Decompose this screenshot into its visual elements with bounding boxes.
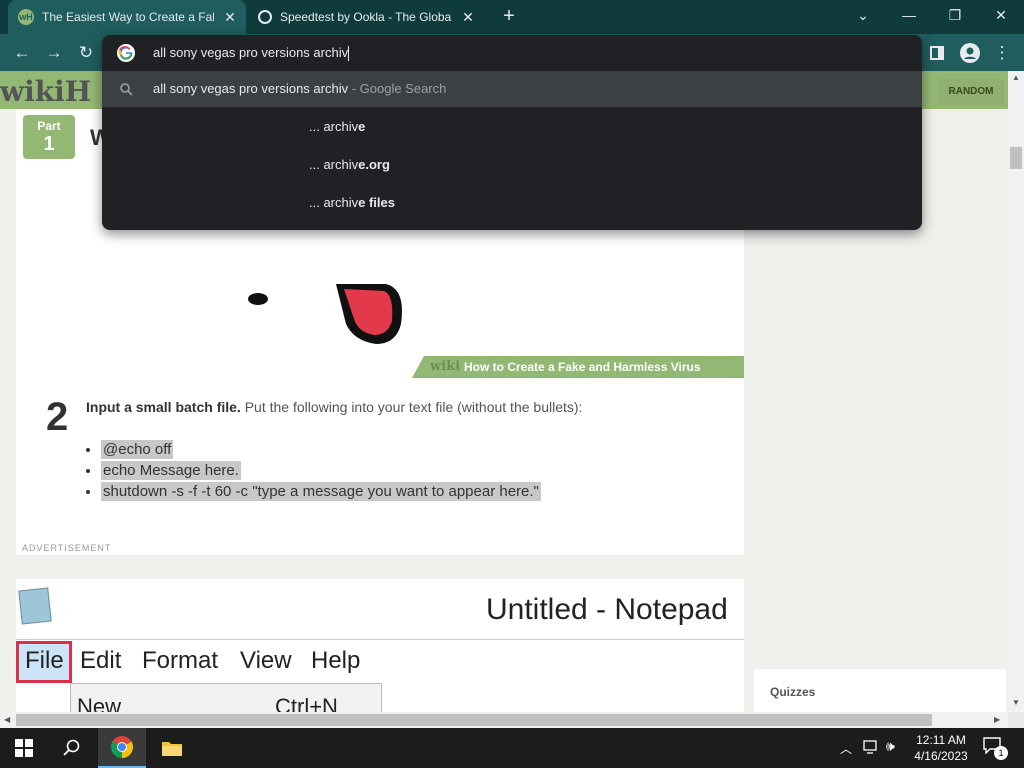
tab-search-icon[interactable]: ⌄: [840, 0, 886, 32]
scroll-thumb[interactable]: [1010, 147, 1022, 169]
suggestion-item[interactable]: ... archive: [309, 116, 365, 138]
notepad-menu-format: Format: [142, 647, 219, 674]
tab-title: The Easiest Way to Create a Fake: [42, 10, 214, 24]
step-bold: Input a small batch file.: [86, 399, 241, 415]
tab-title: Speedtest by Ookla - The Global: [280, 10, 452, 24]
code-line: shutdown -s -f -t 60 -c "type a message …: [101, 482, 541, 501]
suggestion-google-search[interactable]: all sony vegas pro versions archiv - Goo…: [102, 71, 922, 107]
google-icon: [117, 44, 135, 62]
advertisement-label: ADVERTISEMENT: [22, 543, 112, 553]
search-taskbar-button[interactable]: [48, 728, 96, 768]
omnibox-input[interactable]: all sony vegas pro versions archiv: [153, 45, 350, 62]
suggestion-completion: e files: [358, 195, 395, 210]
suggestion-prefix: ... archiv: [309, 195, 359, 210]
code-line: echo Message here.: [101, 461, 241, 480]
tab-speedtest[interactable]: Speedtest by Ookla - The Global ✕: [248, 0, 488, 34]
clock[interactable]: 12:11 AM 4/16/2023: [908, 732, 974, 764]
scroll-right-icon[interactable]: ▶: [994, 715, 1000, 724]
notepad-screenshot-image: Untitled - Notepad File Edit Format View…: [16, 579, 744, 712]
close-tab-icon[interactable]: ✕: [222, 9, 238, 26]
clock-time: 12:11 AM: [916, 733, 966, 747]
suggestion-completion: e.org: [358, 157, 390, 172]
file-explorer-button[interactable]: [148, 728, 196, 768]
watermark-wiki: wiki: [430, 359, 461, 374]
minimize-button[interactable]: —: [886, 0, 932, 32]
wikihow-logo[interactable]: wikiH: [0, 75, 91, 108]
omnibox-query: all sony vegas pro versions archiv: [153, 45, 349, 60]
new-tab-button[interactable]: +: [498, 6, 520, 28]
notepad-icon: [18, 587, 52, 625]
part-number: 1: [43, 133, 55, 155]
notepad-dropdown: New Ctrl+N: [70, 683, 382, 712]
menu-icon[interactable]: ⋮: [989, 40, 1015, 66]
tab-wikihow[interactable]: wH The Easiest Way to Create a Fake ✕: [8, 0, 246, 34]
windows-logo-icon: [15, 739, 33, 757]
divider: [16, 639, 744, 640]
scroll-down-icon[interactable]: ▼: [1012, 698, 1020, 707]
code-list: @echo off echo Message here. shutdown -s…: [90, 440, 541, 501]
step-body: Put the following into your text file (w…: [240, 399, 583, 415]
wikihow-favicon-icon: wH: [18, 9, 34, 25]
notification-badge: 1: [994, 746, 1008, 760]
notepad-menu-file: File: [25, 647, 64, 674]
search-icon: [63, 739, 80, 756]
scroll-left-icon[interactable]: ◀: [4, 715, 10, 724]
tray-chevron-icon[interactable]: ︿: [840, 740, 852, 757]
omnibox-dropdown: all sony vegas pro versions archiv all s…: [102, 35, 922, 230]
close-tab-icon[interactable]: ✕: [460, 9, 476, 26]
text-cursor: [348, 46, 350, 62]
random-button[interactable]: RANDOM: [938, 79, 1004, 105]
vertical-scrollbar[interactable]: ▲ ▼: [1008, 71, 1024, 712]
suggestion-prefix: ... archiv: [309, 119, 359, 134]
notepad-menu-view: View: [240, 647, 292, 674]
suggestion-completion: e: [358, 119, 366, 134]
profile-icon[interactable]: [957, 40, 983, 66]
chrome-icon: [111, 736, 133, 758]
omnibox-input-row[interactable]: all sony vegas pro versions archiv: [102, 35, 922, 71]
volume-icon[interactable]: 🕪: [886, 738, 895, 755]
speedtest-favicon-icon: [258, 10, 272, 24]
start-button[interactable]: [0, 728, 48, 768]
close-window-button[interactable]: ✕: [978, 0, 1024, 32]
side-panel-icon[interactable]: [924, 40, 950, 66]
reload-icon[interactable]: ↻: [73, 40, 99, 66]
notepad-menu-edit: Edit: [80, 647, 122, 674]
search-query: all sony vegas pro versions archiv: [153, 81, 349, 96]
notepad-item-new: New: [77, 694, 122, 712]
step-number: 2: [46, 395, 69, 439]
notification-center-icon[interactable]: 1: [982, 736, 1008, 760]
notepad-item-shortcut: Ctrl+N: [275, 694, 338, 712]
clock-date: 4/16/2023: [914, 749, 968, 763]
code-line: @echo off: [101, 440, 174, 459]
suggestion-text: all sony vegas pro versions archiv - Goo…: [153, 81, 446, 96]
chrome-taskbar-button[interactable]: [98, 728, 146, 768]
suggestion-prefix: ... archiv: [309, 157, 359, 172]
restore-button[interactable]: ❐: [932, 0, 978, 32]
scroll-up-icon[interactable]: ▲: [1012, 73, 1020, 82]
forward-icon[interactable]: →: [41, 40, 67, 66]
watermark-banner: wiki How to Create a Fake and Harmless V…: [412, 356, 744, 378]
suggestion-item[interactable]: ... archive.org: [309, 154, 390, 176]
quizzes-label: Quizzes: [770, 685, 816, 699]
watermark-text: How to Create a Fake and Harmless Virus: [464, 360, 701, 374]
network-icon[interactable]: [862, 739, 880, 755]
quizzes-card[interactable]: Quizzes: [754, 669, 1006, 712]
notepad-title: Untitled - Notepad: [486, 593, 728, 626]
notepad-menu-help: Help: [311, 647, 361, 674]
back-icon[interactable]: ←: [9, 40, 35, 66]
suggestion-item[interactable]: ... archive files: [309, 192, 395, 214]
step-text: Input a small batch file. Put the follow…: [86, 399, 726, 415]
search-icon: [120, 83, 133, 96]
windows-taskbar: ︿ 🕪 12:11 AM 4/16/2023 1: [0, 728, 1024, 768]
illustration-image: [248, 284, 402, 344]
part-label: Part: [37, 119, 61, 133]
tab-strip: wH The Easiest Way to Create a Fake ✕ Sp…: [0, 0, 1024, 34]
hscroll-thumb[interactable]: [16, 714, 932, 726]
search-suffix: - Google Search: [348, 81, 447, 96]
folder-icon: [162, 742, 182, 756]
part-badge: Part 1: [23, 115, 75, 159]
horizontal-scrollbar[interactable]: ◀ ▶: [0, 712, 1008, 728]
